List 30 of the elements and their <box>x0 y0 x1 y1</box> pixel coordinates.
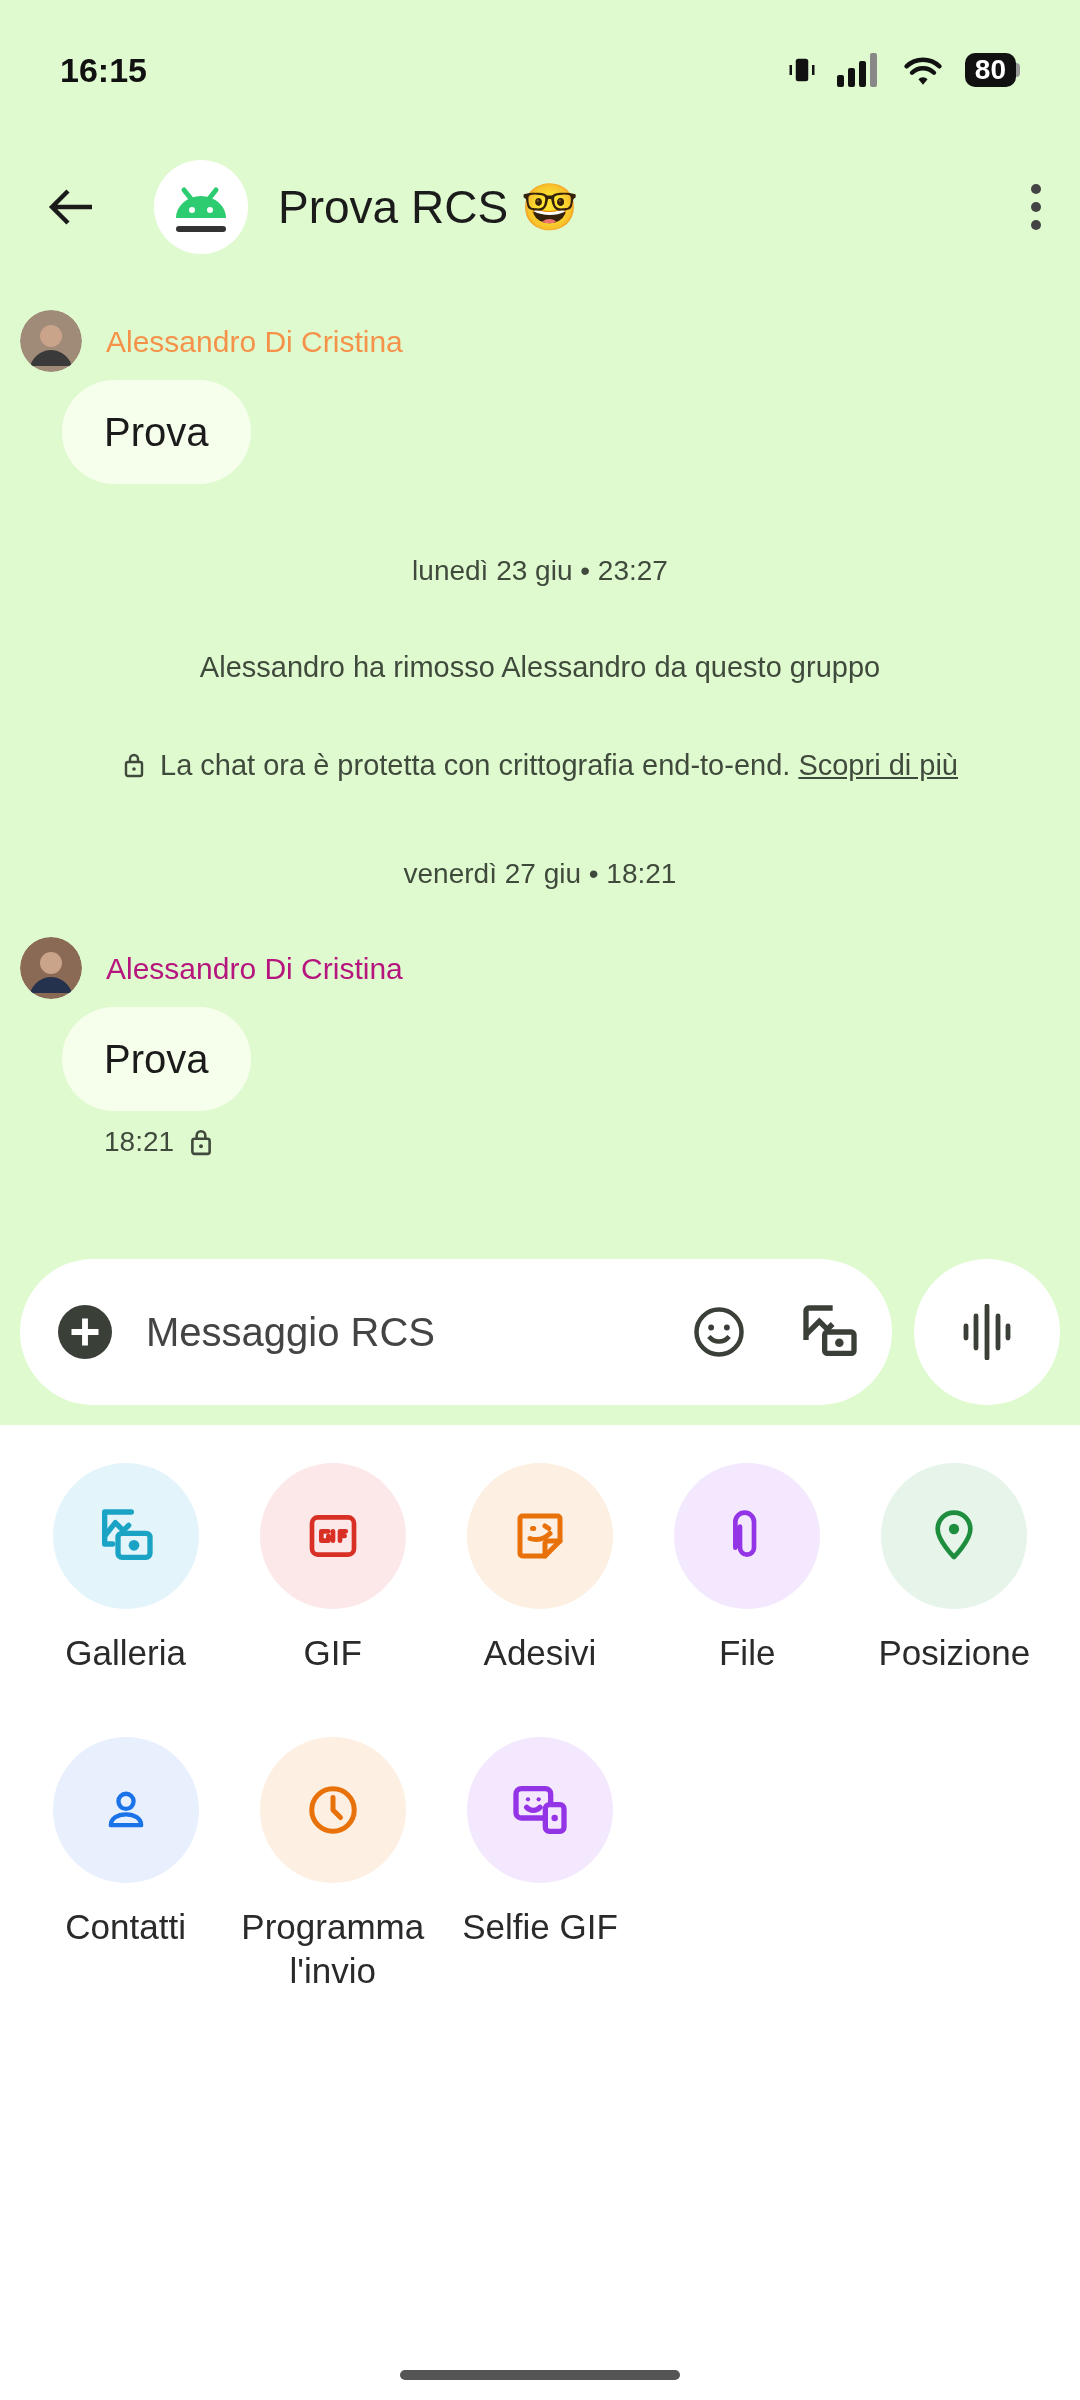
conversation-title: Prova RCS 🤓 <box>278 179 579 235</box>
avatar <box>20 937 82 999</box>
attachment-option[interactable]: Adesivi <box>436 1463 644 1675</box>
date-separator: venerdì 27 giu • 18:21 <box>403 857 677 891</box>
add-icon[interactable] <box>58 1305 112 1359</box>
emoji-icon[interactable] <box>692 1305 746 1359</box>
sender-name: Alessandro Di Cristina <box>106 950 403 987</box>
message-composer[interactable]: Messaggio RCS <box>20 1259 892 1405</box>
battery-indicator: 80 <box>964 53 1016 87</box>
more-options-icon[interactable] <box>1028 183 1044 231</box>
attachment-option[interactable]: Posizione <box>850 1463 1058 1675</box>
message-bubble[interactable]: Prova <box>62 1007 251 1111</box>
status-time: 16:15 <box>60 49 147 91</box>
attachment-option[interactable]: Programma l'invio <box>229 1737 437 1993</box>
attachment-option[interactable]: Contatti <box>22 1737 230 1993</box>
sender-name: Alessandro Di Cristina <box>106 323 403 360</box>
attachment-option[interactable]: GIF <box>229 1463 437 1675</box>
system-message: Alessandro ha rimosso Alessandro da questo gruppo <box>199 650 881 685</box>
encryption-notice: La chat ora è protetta con crittografia end-to-end. Scopri di più <box>160 747 958 783</box>
date-separator: lunedì 23 giu • 23:27 <box>412 554 668 588</box>
message-input-field[interactable]: Messaggio RCS <box>146 1302 692 1362</box>
waveform-icon <box>962 1304 1012 1360</box>
avatar <box>20 310 82 372</box>
lock-icon <box>122 751 146 780</box>
attachment-option[interactable]: Galleria <box>22 1463 230 1675</box>
attachment-option[interactable]: Selfie GIF <box>436 1737 644 1993</box>
message-bubble[interactable]: Prova <box>62 380 251 484</box>
attachment-option[interactable]: File <box>643 1463 851 1675</box>
message-time: 18:21 <box>104 1125 175 1159</box>
learn-more-link[interactable]: Scopri di più <box>798 748 958 781</box>
